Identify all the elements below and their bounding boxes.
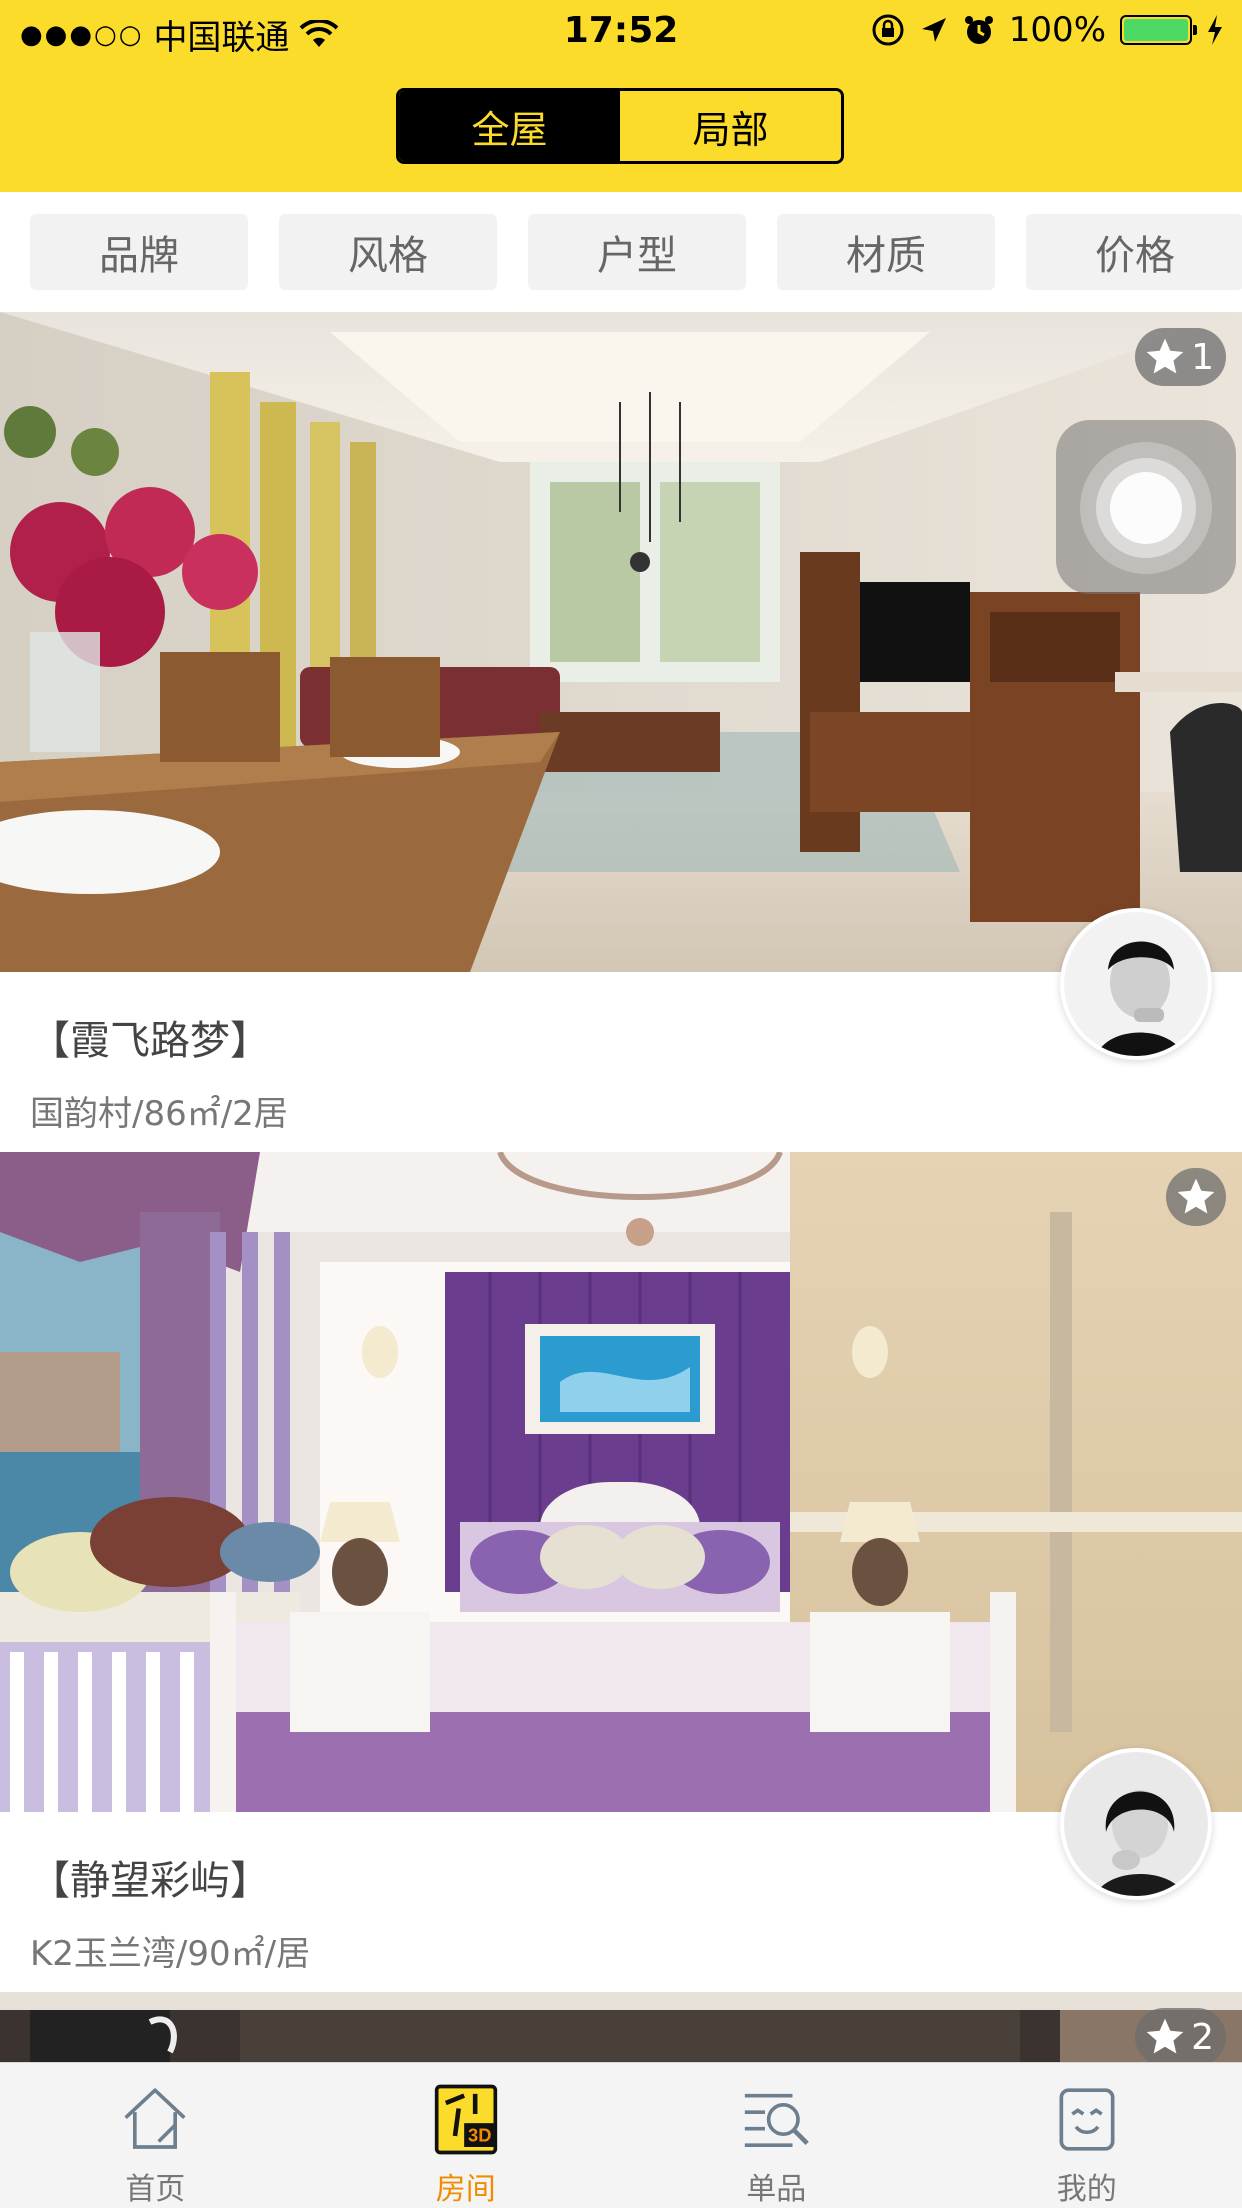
tab-label: 房间 — [435, 2172, 496, 2207]
filter-bar: 品牌 风格 户型 材质 价格 — [0, 192, 1242, 312]
tab-label: 我的 — [1056, 2172, 1117, 2207]
star-icon — [1177, 1178, 1215, 1214]
tab-bar: 首页 3D 房间 单品 我的 — [0, 2062, 1242, 2208]
svg-text:3D: 3D — [468, 2125, 491, 2146]
room-photo-bedroom[interactable] — [0, 1152, 1242, 1812]
room-card[interactable]: 【静望彩屿】 K2玉兰湾/90㎡/居 — [0, 1152, 1242, 1992]
scope-switch: 全屋 局部 — [396, 88, 844, 164]
room-title[interactable]: 【霞飞路梦】 — [30, 1008, 270, 1066]
filter-style[interactable]: 风格 — [279, 214, 497, 290]
battery-icon — [1120, 15, 1197, 45]
segment-whole-house[interactable]: 全屋 — [399, 91, 620, 161]
alarm-icon — [964, 16, 993, 44]
battery-percent: 100% — [1008, 10, 1106, 50]
filter-price[interactable]: 价格 — [1026, 214, 1242, 290]
designer-avatar[interactable] — [1060, 1748, 1212, 1900]
tab-label: 首页 — [125, 2172, 186, 2207]
profile-icon — [1059, 2088, 1115, 2151]
assistive-touch-button[interactable] — [1056, 420, 1236, 594]
charging-icon — [1208, 15, 1222, 45]
room-card[interactable]: 1 【霞飞路梦】 国韵村/86㎡/2居 — [0, 312, 1242, 1152]
search-list-icon — [745, 2093, 810, 2147]
location-icon — [921, 18, 946, 42]
room-meta: K2玉兰湾/90㎡/居 — [30, 1934, 311, 1974]
favorite-count: 1 — [1191, 336, 1214, 378]
room-meta: 国韵村/86㎡/2居 — [30, 1094, 288, 1134]
tab-home[interactable]: 首页 — [0, 2063, 311, 2208]
favorite-badge[interactable]: 1 — [1135, 328, 1226, 386]
filter-material[interactable]: 材质 — [777, 214, 995, 290]
tab-label: 单品 — [746, 2172, 807, 2207]
room-photo-partial[interactable] — [0, 1992, 1242, 2062]
room-photo-living[interactable] — [0, 312, 1242, 972]
status-bar: ●●●○○ 中国联通 17:52 100% — [0, 0, 1242, 62]
house-icon — [124, 2088, 186, 2149]
room-card[interactable]: 2 — [0, 1992, 1242, 2062]
app-header: ●●●○○ 中国联通 17:52 100% 全屋 局部 — [0, 0, 1242, 192]
favorite-badge[interactable]: 2 — [1135, 2008, 1226, 2062]
rotation-lock-icon — [872, 14, 904, 46]
star-icon — [1146, 2018, 1184, 2054]
tab-mine[interactable]: 我的 — [932, 2063, 1242, 2208]
room-title[interactable]: 【静望彩屿】 — [30, 1848, 270, 1906]
filter-brand[interactable]: 品牌 — [30, 214, 248, 290]
tab-products[interactable]: 单品 — [621, 2063, 932, 2208]
favorite-badge[interactable] — [1166, 1168, 1226, 1226]
filter-layout[interactable]: 户型 — [528, 214, 746, 290]
room-3d-icon: 3D — [434, 2084, 497, 2155]
designer-avatar[interactable] — [1060, 908, 1212, 1060]
star-icon — [1146, 338, 1184, 374]
favorite-count: 2 — [1191, 2016, 1214, 2058]
tab-rooms[interactable]: 3D 房间 — [311, 2063, 622, 2208]
segment-partial[interactable]: 局部 — [620, 91, 841, 161]
